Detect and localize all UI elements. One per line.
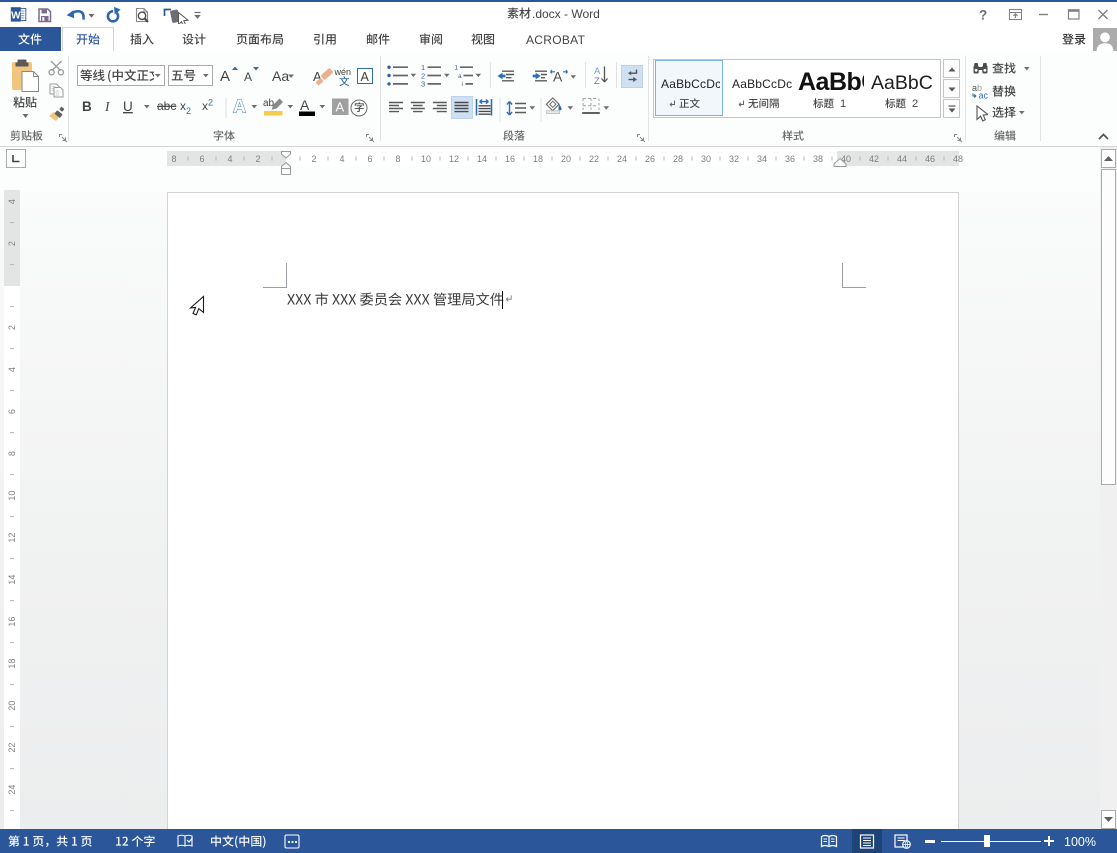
svg-text:A: A [336,100,345,115]
svg-text:2: 2 [255,154,260,164]
svg-text:36: 36 [785,154,795,164]
svg-text:A: A [553,69,563,85]
svg-text:20: 20 [561,154,571,164]
svg-text:I: I [104,99,111,114]
svg-text:abc: abc [157,99,176,113]
svg-text:12: 12 [7,533,17,543]
svg-text:2: 2 [7,241,17,246]
svg-text:18: 18 [7,659,17,669]
svg-text:U: U [123,99,133,114]
svg-text:16: 16 [505,154,515,164]
svg-text:2: 2 [186,106,191,116]
svg-text:44: 44 [897,154,907,164]
svg-text:2: 2 [208,98,213,108]
svg-text:6: 6 [367,154,372,164]
svg-text:Z: Z [594,76,600,87]
svg-text:6: 6 [199,154,204,164]
svg-text:18: 18 [533,154,543,164]
svg-text:1: 1 [455,65,459,72]
svg-text:42: 42 [869,154,879,164]
svg-text:i: i [462,81,463,88]
svg-text:46: 46 [925,154,935,164]
svg-text:6: 6 [7,409,17,414]
svg-text:4: 4 [7,199,17,204]
svg-text:A: A [233,97,246,117]
svg-text:32: 32 [729,154,739,164]
svg-text:A: A [300,97,310,113]
svg-text:8: 8 [7,451,17,456]
svg-text:24: 24 [617,154,627,164]
svg-text:4: 4 [227,154,232,164]
svg-text:22: 22 [589,154,599,164]
svg-text:34: 34 [757,154,767,164]
svg-text:16: 16 [7,617,17,627]
svg-text:ac: ac [979,91,989,100]
svg-text:2: 2 [311,154,316,164]
svg-text:a: a [458,73,462,80]
svg-text:3: 3 [421,80,425,89]
svg-text:26: 26 [645,154,655,164]
svg-text:A: A [220,68,230,85]
svg-text:2: 2 [7,325,17,330]
svg-text:38: 38 [813,154,823,164]
svg-text:B: B [82,99,92,114]
svg-text:28: 28 [673,154,683,164]
svg-text:8: 8 [395,154,400,164]
svg-text:A: A [244,70,252,84]
svg-text:22: 22 [7,743,17,753]
svg-text:Aa: Aa [272,68,289,84]
svg-text:48: 48 [953,154,963,164]
svg-text:30: 30 [701,154,711,164]
svg-text:W: W [11,11,21,22]
svg-text:8: 8 [171,154,176,164]
svg-text:14: 14 [477,154,487,164]
svg-text:24: 24 [7,785,17,795]
svg-text:4: 4 [7,367,17,372]
svg-text:10: 10 [421,154,431,164]
svg-text:14: 14 [7,575,17,585]
svg-text:4: 4 [339,154,344,164]
svg-text:20: 20 [7,701,17,711]
svg-text:?: ? [979,8,987,23]
svg-text:12: 12 [449,154,459,164]
svg-text:10: 10 [7,491,17,501]
